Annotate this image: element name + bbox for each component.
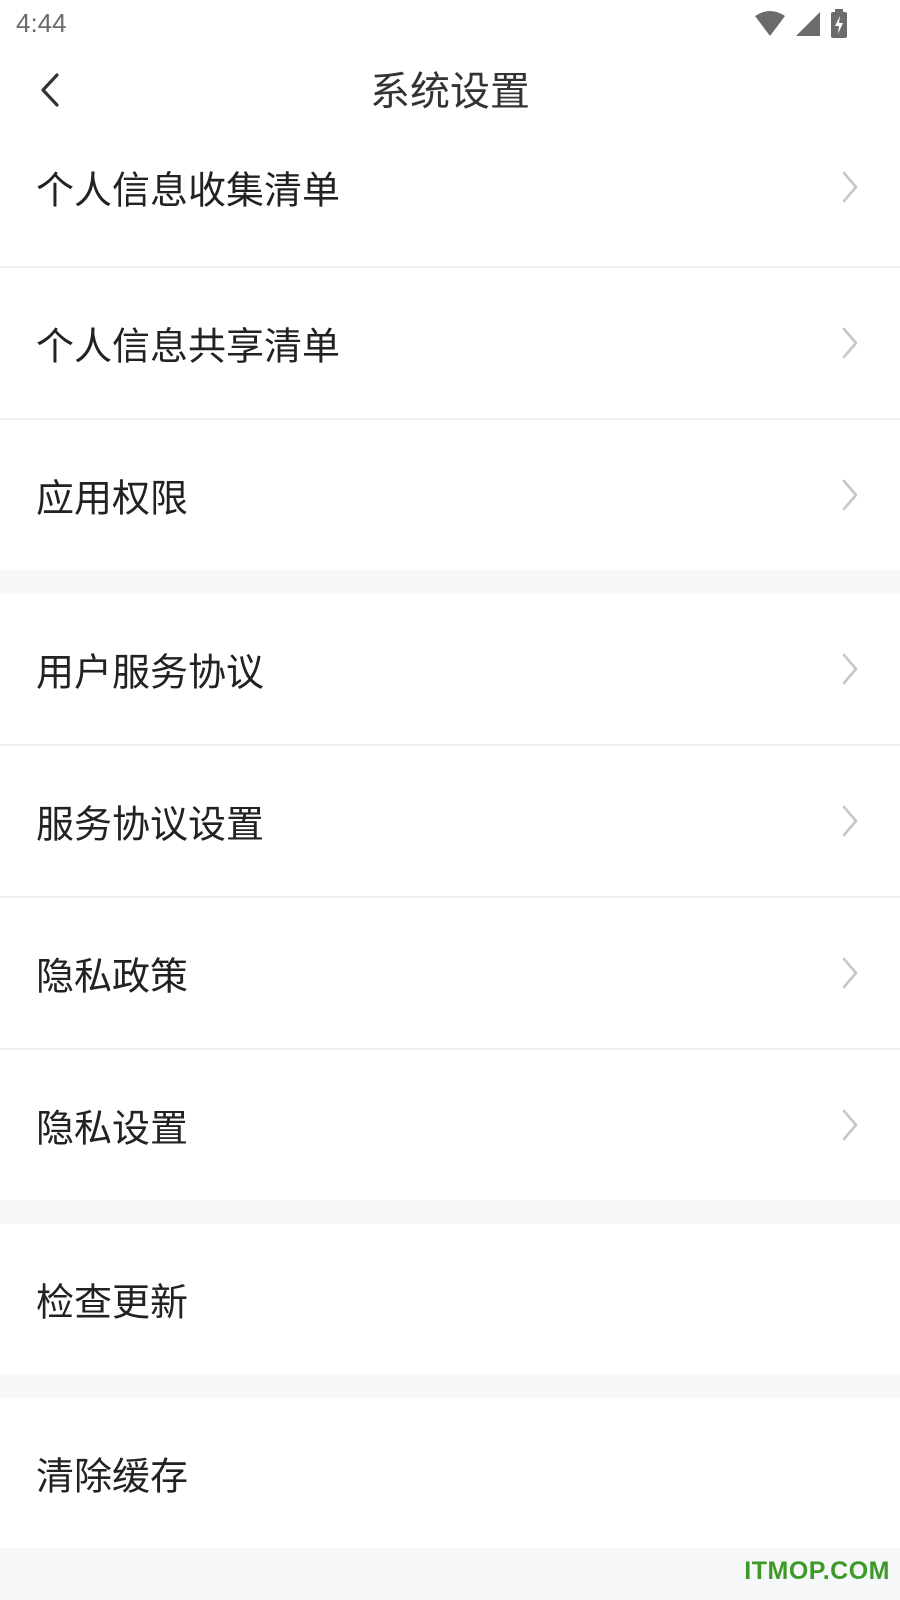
chevron-right-icon <box>842 805 858 837</box>
setting-item-label: 检查更新 <box>36 1280 189 1325</box>
setting-item-privacy-policy[interactable]: 隐私政策 <box>0 896 900 1048</box>
setting-item-label: 服务协议设置 <box>36 802 265 847</box>
status-time: 4:44 <box>16 8 67 38</box>
setting-item-label: 应用权限 <box>36 476 189 521</box>
status-bar: 4:44 <box>0 0 900 50</box>
watermark: ITMOP.COM <box>744 1557 890 1585</box>
setting-item-label: 清除缓存 <box>36 1454 189 1499</box>
chevron-right-icon <box>842 327 858 359</box>
setting-item-info-collection-list[interactable]: 个人信息收集清单 <box>0 134 900 266</box>
setting-item-label: 隐私政策 <box>36 954 189 999</box>
signal-icon <box>796 12 820 36</box>
settings-list: 个人信息收集清单 个人信息共享清单 应用权限 用户服务协议 服务协议设置 隐私政… <box>0 134 900 1548</box>
section-divider <box>0 1374 900 1398</box>
section-divider <box>0 570 900 594</box>
setting-item-clear-cache[interactable]: 清除缓存 <box>0 1398 900 1548</box>
chevron-right-icon <box>842 479 858 511</box>
settings-group-agreements: 用户服务协议 服务协议设置 隐私政策 隐私设置 <box>0 594 900 1200</box>
setting-item-user-agreement[interactable]: 用户服务协议 <box>0 594 900 744</box>
setting-item-label: 隐私设置 <box>36 1106 189 1151</box>
setting-item-app-permissions[interactable]: 应用权限 <box>0 418 900 570</box>
page-title: 系统设置 <box>370 69 530 115</box>
settings-group-update: 检查更新 <box>0 1224 900 1374</box>
chevron-right-icon <box>842 653 858 685</box>
setting-item-label: 个人信息收集清单 <box>36 168 341 213</box>
setting-item-info-sharing-list[interactable]: 个人信息共享清单 <box>0 266 900 418</box>
setting-item-label: 用户服务协议 <box>36 650 265 695</box>
status-icons <box>754 9 848 39</box>
wifi-icon <box>755 11 785 36</box>
setting-item-agreement-settings[interactable]: 服务协议设置 <box>0 744 900 896</box>
setting-item-label: 个人信息共享清单 <box>36 324 341 369</box>
nav-bar: 系统设置 <box>0 50 900 134</box>
chevron-right-icon <box>842 957 858 989</box>
settings-group-personal-info: 个人信息收集清单 个人信息共享清单 应用权限 <box>0 134 900 570</box>
battery-charging-icon <box>831 9 847 38</box>
settings-group-cache: 清除缓存 <box>0 1398 900 1548</box>
section-divider <box>0 1200 900 1224</box>
chevron-right-icon <box>842 171 858 203</box>
setting-item-check-update[interactable]: 检查更新 <box>0 1224 900 1374</box>
setting-item-privacy-settings[interactable]: 隐私设置 <box>0 1048 900 1200</box>
chevron-right-icon <box>842 1109 858 1141</box>
